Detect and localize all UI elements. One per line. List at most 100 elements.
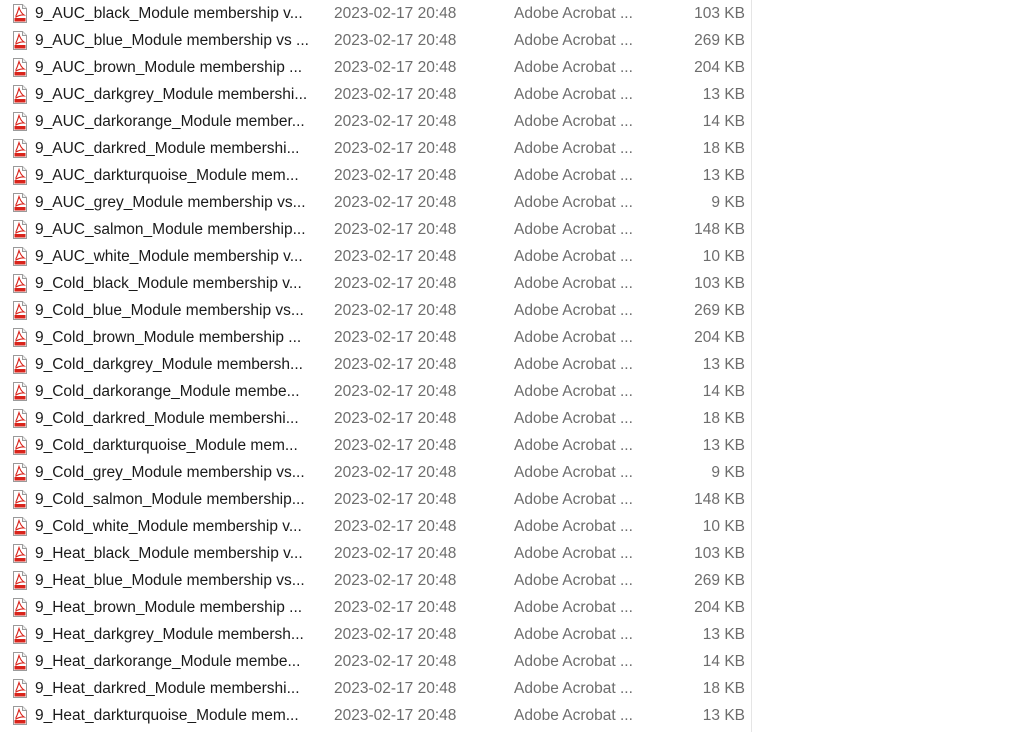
file-date-modified: 2023-02-17 20:48 xyxy=(334,356,457,373)
file-type: Adobe Acrobat ... xyxy=(514,383,633,400)
file-name: 9_AUC_darkorange_Module member... xyxy=(35,113,305,130)
file-name: 9_AUC_brown_Module membership ... xyxy=(35,59,303,76)
file-row[interactable]: 9_Heat_blue_Module membership vs... 2023… xyxy=(0,567,751,594)
pdf-file-icon xyxy=(13,382,27,401)
file-row[interactable]: 9_AUC_darkgrey_Module membershi... 2023-… xyxy=(0,81,751,108)
file-row[interactable]: 9_Heat_darkorange_Module membe... 2023-0… xyxy=(0,648,751,675)
file-date-modified: 2023-02-17 20:48 xyxy=(334,410,457,427)
file-date-modified: 2023-02-17 20:48 xyxy=(334,518,457,535)
file-row[interactable]: 9_AUC_darkorange_Module member... 2023-0… xyxy=(0,108,751,135)
file-date-modified: 2023-02-17 20:48 xyxy=(334,59,457,76)
pdf-file-icon xyxy=(13,4,27,23)
file-row[interactable]: 9_AUC_black_Module membership v... 2023-… xyxy=(0,0,751,27)
file-row[interactable]: 9_Heat_black_Module membership v... 2023… xyxy=(0,540,751,567)
pdf-file-icon xyxy=(13,328,27,347)
pdf-file-icon xyxy=(13,571,27,590)
file-type: Adobe Acrobat ... xyxy=(514,86,633,103)
pdf-file-icon xyxy=(13,355,27,374)
file-name: 9_Cold_grey_Module membership vs... xyxy=(35,464,305,481)
pdf-file-icon xyxy=(13,625,27,644)
file-date-modified: 2023-02-17 20:48 xyxy=(334,275,457,292)
file-date-modified: 2023-02-17 20:48 xyxy=(334,464,457,481)
file-date-modified: 2023-02-17 20:48 xyxy=(334,302,457,319)
pdf-file-icon xyxy=(13,679,27,698)
file-name: 9_AUC_grey_Module membership vs... xyxy=(35,194,306,211)
file-row[interactable]: 9_Cold_darkred_Module membershi... 2023-… xyxy=(0,405,751,432)
pdf-file-icon xyxy=(13,490,27,509)
file-type: Adobe Acrobat ... xyxy=(514,5,633,22)
pdf-file-icon xyxy=(13,409,27,428)
file-date-modified: 2023-02-17 20:48 xyxy=(334,707,457,724)
file-row[interactable]: 9_Cold_brown_Module membership ... 2023-… xyxy=(0,324,751,351)
file-type: Adobe Acrobat ... xyxy=(514,59,633,76)
pdf-file-icon xyxy=(13,31,27,50)
file-row[interactable]: 9_Cold_salmon_Module membership... 2023-… xyxy=(0,486,751,513)
file-size: 9 KB xyxy=(711,464,745,481)
file-row[interactable]: 9_Heat_darkturquoise_Module mem... 2023-… xyxy=(0,702,751,729)
file-name: 9_AUC_darkred_Module membershi... xyxy=(35,140,300,157)
file-type: Adobe Acrobat ... xyxy=(514,194,633,211)
file-date-modified: 2023-02-17 20:48 xyxy=(334,383,457,400)
file-type: Adobe Acrobat ... xyxy=(514,356,633,373)
pdf-file-icon xyxy=(13,166,27,185)
file-date-modified: 2023-02-17 20:48 xyxy=(334,491,457,508)
file-list: 9_AUC_black_Module membership v... 2023-… xyxy=(0,0,752,732)
file-row[interactable]: 9_Cold_darkgrey_Module membersh... 2023-… xyxy=(0,351,751,378)
file-type: Adobe Acrobat ... xyxy=(514,518,633,535)
file-row[interactable]: 9_AUC_darkred_Module membershi... 2023-0… xyxy=(0,135,751,162)
file-name: 9_AUC_blue_Module membership vs ... xyxy=(35,32,309,49)
file-type: Adobe Acrobat ... xyxy=(514,653,633,670)
file-name: 9_AUC_white_Module membership v... xyxy=(35,248,303,265)
file-row[interactable]: 9_Cold_blue_Module membership vs... 2023… xyxy=(0,297,751,324)
file-size: 13 KB xyxy=(702,437,745,454)
file-date-modified: 2023-02-17 20:48 xyxy=(334,437,457,454)
file-size: 269 KB xyxy=(694,32,745,49)
file-name: 9_Cold_darkorange_Module membe... xyxy=(35,383,300,400)
file-size: 103 KB xyxy=(694,275,745,292)
file-row[interactable]: 9_Heat_darkred_Module membershi... 2023-… xyxy=(0,675,751,702)
file-row[interactable]: 9_Cold_grey_Module membership vs... 2023… xyxy=(0,459,751,486)
file-row[interactable]: 9_Cold_darkorange_Module membe... 2023-0… xyxy=(0,378,751,405)
file-name: 9_Heat_darkgrey_Module membersh... xyxy=(35,626,304,643)
file-type: Adobe Acrobat ... xyxy=(514,410,633,427)
file-type: Adobe Acrobat ... xyxy=(514,32,633,49)
file-date-modified: 2023-02-17 20:48 xyxy=(334,329,457,346)
pdf-file-icon xyxy=(13,193,27,212)
file-type: Adobe Acrobat ... xyxy=(514,545,633,562)
file-row[interactable]: 9_Cold_darkturquoise_Module mem... 2023-… xyxy=(0,432,751,459)
file-row[interactable]: 9_AUC_darkturquoise_Module mem... 2023-0… xyxy=(0,162,751,189)
file-date-modified: 2023-02-17 20:48 xyxy=(334,653,457,670)
file-size: 103 KB xyxy=(694,545,745,562)
file-type: Adobe Acrobat ... xyxy=(514,464,633,481)
file-name: 9_Cold_salmon_Module membership... xyxy=(35,491,305,508)
file-size: 14 KB xyxy=(702,653,745,670)
file-name: 9_Heat_darkorange_Module membe... xyxy=(35,653,301,670)
file-row[interactable]: 9_Heat_brown_Module membership ... 2023-… xyxy=(0,594,751,621)
file-row[interactable]: 9_AUC_white_Module membership v... 2023-… xyxy=(0,243,751,270)
file-row[interactable]: 9_AUC_brown_Module membership ... 2023-0… xyxy=(0,54,751,81)
file-size: 13 KB xyxy=(702,626,745,643)
file-type: Adobe Acrobat ... xyxy=(514,572,633,589)
file-size: 148 KB xyxy=(694,491,745,508)
file-row[interactable]: 9_AUC_grey_Module membership vs... 2023-… xyxy=(0,189,751,216)
file-type: Adobe Acrobat ... xyxy=(514,302,633,319)
file-size: 204 KB xyxy=(694,329,745,346)
file-name: 9_AUC_darkgrey_Module membershi... xyxy=(35,86,308,103)
file-row[interactable]: 9_AUC_blue_Module membership vs ... 2023… xyxy=(0,27,751,54)
file-size: 18 KB xyxy=(702,140,745,157)
pdf-file-icon xyxy=(13,58,27,77)
file-date-modified: 2023-02-17 20:48 xyxy=(334,599,457,616)
file-type: Adobe Acrobat ... xyxy=(514,707,633,724)
file-row[interactable]: 9_Cold_white_Module membership v... 2023… xyxy=(0,513,751,540)
pdf-file-icon xyxy=(13,301,27,320)
file-type: Adobe Acrobat ... xyxy=(514,599,633,616)
file-name: 9_Cold_darkred_Module membershi... xyxy=(35,410,299,427)
file-row[interactable]: 9_AUC_salmon_Module membership... 2023-0… xyxy=(0,216,751,243)
pdf-file-icon xyxy=(13,139,27,158)
file-size: 14 KB xyxy=(702,383,745,400)
file-row[interactable]: 9_Heat_darkgrey_Module membersh... 2023-… xyxy=(0,621,751,648)
file-type: Adobe Acrobat ... xyxy=(514,491,633,508)
file-size: 148 KB xyxy=(694,221,745,238)
pdf-file-icon xyxy=(13,247,27,266)
file-row[interactable]: 9_Cold_black_Module membership v... 2023… xyxy=(0,270,751,297)
